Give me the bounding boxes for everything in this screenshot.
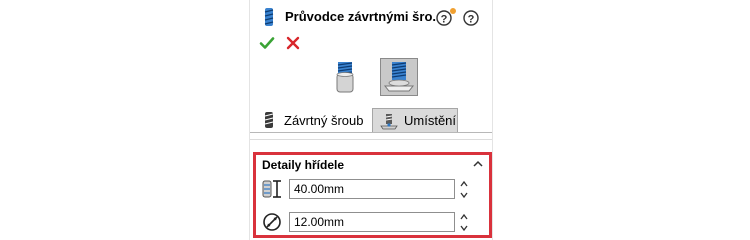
shaft-length-row: 40.00mm	[256, 178, 489, 200]
shaft-length-spinner[interactable]	[459, 179, 469, 200]
screw-icon	[262, 7, 276, 30]
stud-on-surface-icon	[381, 62, 417, 98]
stud-on-surface-button[interactable]	[380, 58, 418, 96]
tab-stud[interactable]: Závrtný šroub	[253, 108, 371, 132]
help-icon[interactable]: ?	[462, 7, 480, 30]
shaft-length-input[interactable]: 40.00mm	[289, 179, 455, 199]
shaft-diameter-row: 12.00mm	[256, 211, 489, 233]
chevron-up-icon[interactable]	[472, 158, 484, 173]
property-manager-panel: Průvodce závrtnými šro... ? ? Závrtný šr…	[249, 0, 493, 240]
shaft-details-group: Detaily hřídele 40.00mm 12.00mm	[253, 152, 492, 238]
tab-bar: Závrtný šroub Umístění	[250, 108, 492, 133]
cancel-close-icon[interactable]	[285, 35, 301, 54]
svg-text:?: ?	[441, 14, 448, 26]
help-whats-new-icon[interactable]: ?	[436, 7, 458, 30]
svg-text:?: ?	[468, 14, 475, 26]
placement-icon	[380, 112, 398, 130]
shaft-details-title: Detaily hřídele	[262, 158, 345, 172]
shaft-length-icon	[261, 178, 285, 203]
shaft-diameter-input[interactable]: 12.00mm	[289, 212, 455, 232]
stud-on-cylinder-icon	[326, 62, 364, 99]
panel-title: Průvodce závrtnými šro...	[285, 9, 444, 24]
stud-icon	[260, 111, 278, 129]
shaft-diameter-spinner[interactable]	[459, 212, 469, 233]
divider	[250, 139, 492, 140]
panel-header: Průvodce závrtnými šro... ? ?	[250, 6, 492, 28]
ok-checkmark-icon[interactable]	[259, 35, 275, 54]
tab-placement[interactable]: Umístění	[372, 108, 458, 132]
diameter-icon	[261, 211, 285, 236]
stud-on-cylinder-button[interactable]	[326, 58, 364, 96]
tab-placement-label: Umístění	[404, 113, 457, 128]
tab-stud-label: Závrtný šroub	[284, 112, 364, 128]
